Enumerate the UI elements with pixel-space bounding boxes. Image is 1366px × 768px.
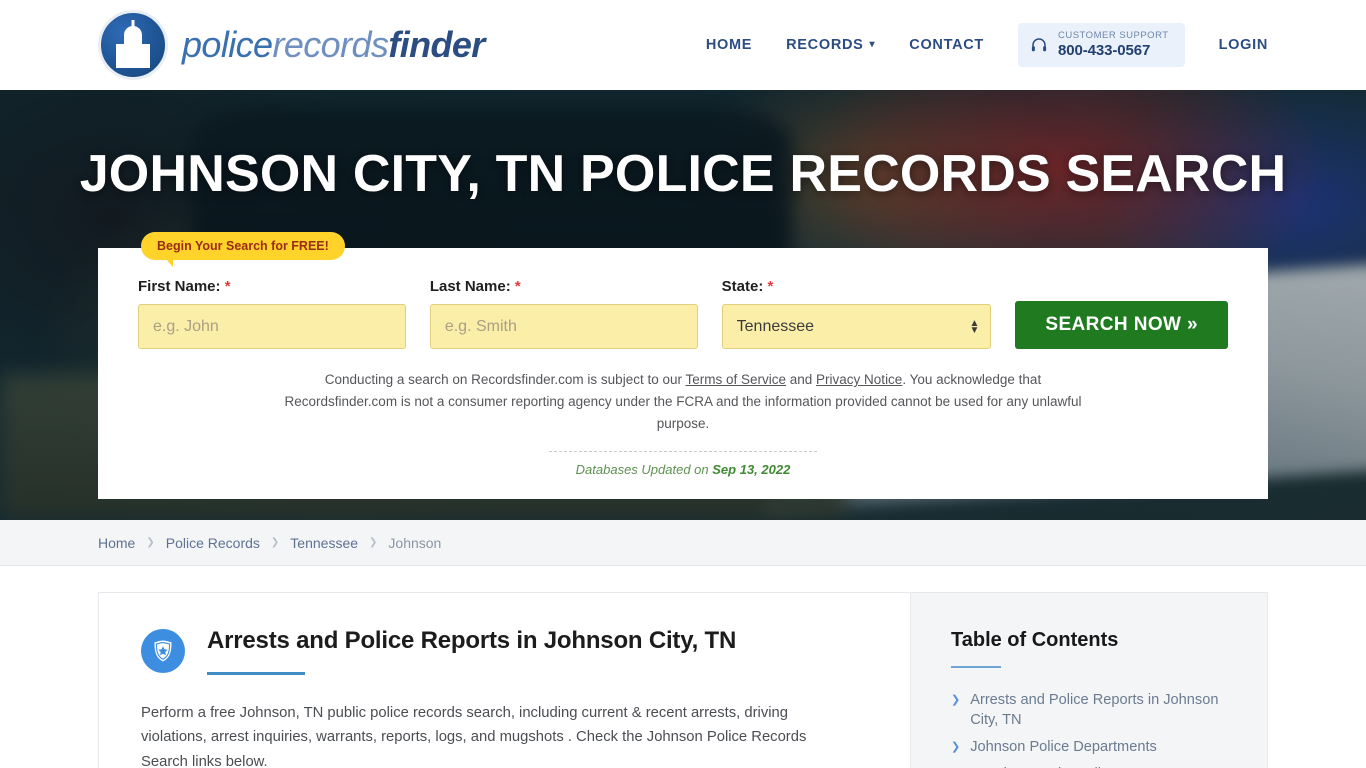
divider (549, 450, 817, 452)
site-header: policerecordsfinder HOME RECORDS ▾ CONTA… (0, 0, 1366, 90)
toc-heading-underline (951, 666, 1001, 668)
state-required-mark: * (767, 278, 774, 295)
first-name-required-mark: * (224, 278, 231, 295)
main-navigation: HOME RECORDS ▾ CONTACT CUSTOMER SUPPORT … (706, 22, 1268, 68)
state-select[interactable]: Tennessee (721, 304, 992, 349)
breadcrumb-item-current: Johnson (388, 534, 442, 551)
brand-wordmark: policerecordsfinder (182, 24, 485, 66)
breadcrumb-item-police-records[interactable]: Police Records (166, 535, 260, 551)
article-header: Arrests and Police Reports in Johnson Ci… (141, 627, 870, 675)
content-area: Arrests and Police Reports in Johnson Ci… (0, 566, 1366, 768)
toc-link-johnson-city-pd[interactable]: Johnson City Police Department (988, 764, 1196, 768)
chevron-right-icon: ❯ (951, 694, 961, 706)
privacy-notice-link[interactable]: Privacy Notice (816, 372, 902, 387)
first-name-input[interactable] (138, 304, 406, 349)
state-field-group: State: * Tennessee ▲ ▼ (721, 278, 992, 349)
toc-item-johnson-city-pd[interactable]: ❯ Johnson City Police Department (951, 764, 1233, 768)
page-title: JOHNSON CITY, TN POLICE RECORDS SEARCH (79, 145, 1287, 203)
table-of-contents-list: ❯ Arrests and Police Reports in Johnson … (951, 690, 1233, 768)
capitol-seal-icon (98, 10, 168, 80)
terms-of-service-link[interactable]: Terms of Service (685, 372, 786, 387)
chevron-right-icon: ❯ (270, 537, 280, 548)
first-name-label-text: First Name: (138, 278, 221, 295)
toc-link-police-departments[interactable]: Johnson Police Departments (970, 737, 1157, 757)
article-heading: Arrests and Police Reports in Johnson Ci… (207, 627, 737, 654)
first-name-field-group: First Name: * (138, 278, 406, 349)
last-name-label-text: Last Name: (429, 278, 511, 295)
search-form-card: Begin Your Search for FREE! First Name: … (98, 232, 1268, 499)
chevron-right-icon: ❯ (146, 537, 155, 548)
chevron-down-icon: ▾ (869, 39, 876, 51)
police-badge-icon (141, 629, 185, 673)
state-label-text: State: (721, 278, 764, 295)
article-paragraph: Perform a free Johnson, TN public police… (141, 705, 807, 768)
article-panel: Arrests and Police Reports in Johnson Ci… (98, 592, 910, 768)
search-disclaimer: Conducting a search on Recordsfinder.com… (268, 369, 1098, 435)
support-label: CUSTOMER SUPPORT (1057, 29, 1169, 41)
last-name-input[interactable] (429, 304, 698, 349)
toc-item-arrests-reports[interactable]: ❯ Arrests and Police Reports in Johnson … (951, 690, 1233, 730)
breadcrumb-item-tennessee[interactable]: Tennessee (290, 535, 358, 551)
last-name-required-mark: * (514, 278, 521, 295)
chevron-right-icon: ❯ (951, 741, 961, 754)
support-phone: 800-433-0567 (1057, 41, 1151, 59)
heading-underline (207, 672, 305, 675)
chevron-right-icon: ❯ (969, 764, 978, 768)
state-label: State: * (722, 278, 992, 295)
nav-item-contact-label: CONTACT (909, 36, 984, 53)
breadcrumb: Home ❯ Police Records ❯ Tennessee ❯ John… (0, 520, 1366, 566)
table-of-contents-heading: Table of Contents (951, 629, 1119, 651)
nav-item-records[interactable]: RECORDS ▾ (786, 37, 875, 53)
disclaimer-part-1: Conducting a search on Recordsfinder.com… (324, 372, 686, 387)
breadcrumb-item-home[interactable]: Home (98, 535, 135, 551)
search-now-button[interactable]: SEARCH NOW » (1015, 301, 1228, 349)
last-name-label: Last Name: * (430, 278, 698, 295)
brand-logo[interactable]: policerecordsfinder (98, 10, 485, 80)
nav-item-login-label: LOGIN (1218, 36, 1268, 53)
table-of-contents-panel: Table of Contents ❯ Arrests and Police R… (910, 592, 1268, 768)
nav-item-contact[interactable]: CONTACT (909, 37, 984, 53)
nav-item-records-label: RECORDS (786, 36, 864, 53)
customer-support-button[interactable]: CUSTOMER SUPPORT 800-433-0567 (1017, 22, 1185, 68)
headset-icon (1030, 36, 1048, 54)
chevron-right-icon: ❯ (369, 537, 378, 548)
search-form-row: First Name: * Last Name: * State: * (138, 278, 1228, 349)
nav-item-home[interactable]: HOME (706, 37, 752, 53)
brand-part-2: records (272, 24, 389, 65)
first-name-label: First Name: * (138, 278, 406, 295)
nav-item-home-label: HOME (705, 36, 753, 53)
nav-item-login[interactable]: LOGIN (1219, 37, 1268, 53)
last-name-field-group: Last Name: * (429, 278, 698, 349)
toc-link-arrests-reports[interactable]: Arrests and Police Reports in Johnson Ci… (970, 690, 1233, 730)
databases-updated-date: Sep 13, 2022 (712, 461, 791, 477)
brand-part-3: finder (388, 24, 485, 65)
databases-updated-prefix: Databases Updated on (575, 461, 713, 477)
databases-updated-text: Databases Updated on Sep 13, 2022 (138, 462, 1228, 477)
brand-part-1: police (182, 24, 273, 65)
disclaimer-part-2: and (786, 372, 817, 387)
free-search-badge: Begin Your Search for FREE! (141, 232, 345, 267)
toc-item-police-departments[interactable]: ❯ Johnson Police Departments (951, 737, 1233, 757)
hero-section: JOHNSON CITY, TN POLICE RECORDS SEARCH B… (0, 90, 1366, 520)
